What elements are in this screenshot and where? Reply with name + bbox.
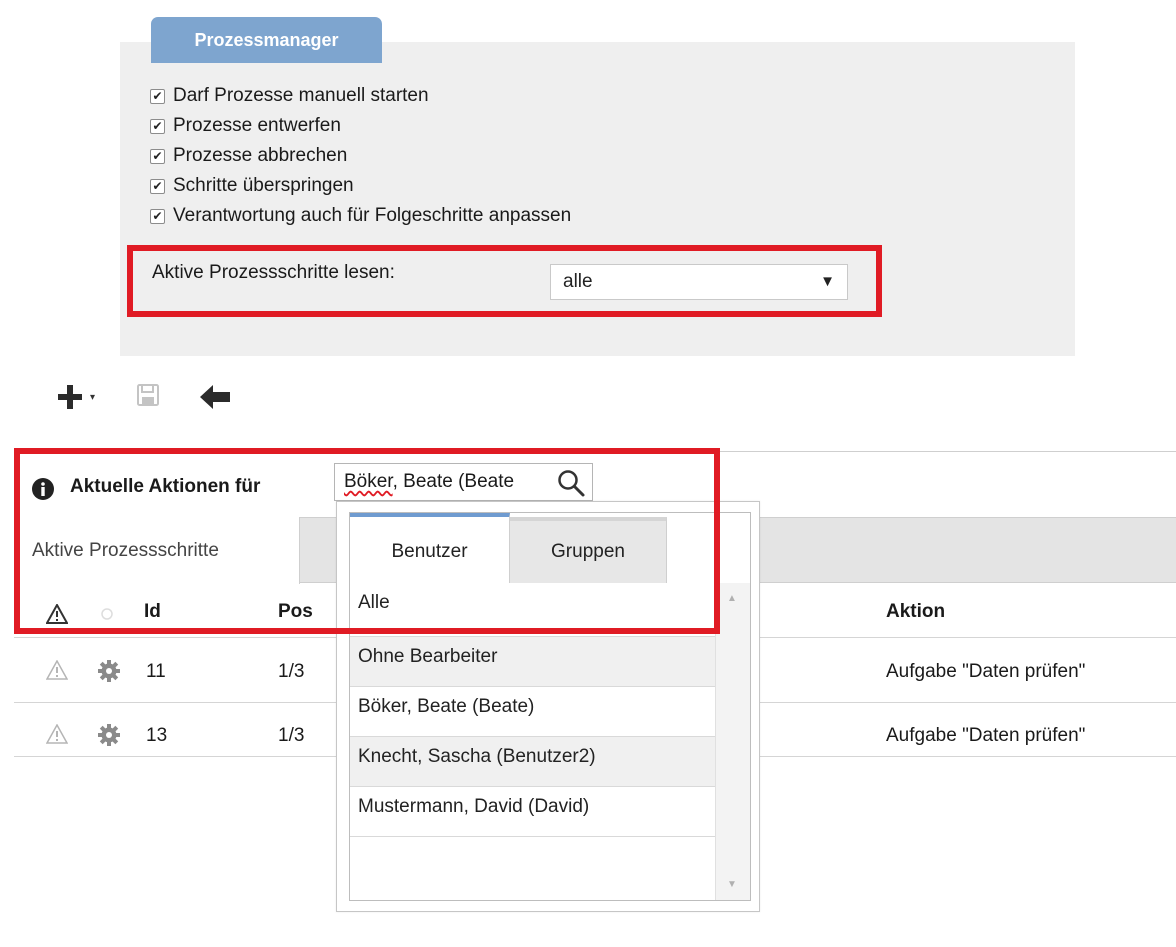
- cell-id: 13: [146, 725, 168, 746]
- checkbox-row-cancel[interactable]: ✔ Prozesse abbrechen: [150, 142, 347, 170]
- highlight-box-active-steps: [127, 245, 882, 317]
- scrollbar[interactable]: ▲ ▼: [715, 583, 750, 900]
- panel-tab-title[interactable]: Prozessmanager: [151, 17, 382, 63]
- checkbox[interactable]: ✔: [150, 148, 165, 164]
- gear-icon[interactable]: [97, 659, 121, 683]
- list-item[interactable]: Ohne Bearbeiter: [350, 637, 718, 687]
- gear-icon[interactable]: [97, 723, 121, 747]
- checkbox[interactable]: ✔: [150, 208, 165, 224]
- checkbox-row-skip-steps[interactable]: ✔ Schritte überspringen: [150, 172, 354, 200]
- checkbox[interactable]: ✔: [150, 178, 165, 194]
- cell-action[interactable]: Aufgabe "Daten prüfen": [886, 725, 1085, 747]
- warning-icon: [46, 724, 68, 744]
- column-header-action[interactable]: Aktion: [886, 601, 945, 623]
- cell-id: 11: [146, 661, 166, 682]
- checkbox-row-design[interactable]: ✔ Prozesse entwerfen: [150, 112, 341, 140]
- cell-pos: 1/3: [278, 661, 305, 682]
- checkbox-label: Schritte überspringen: [173, 175, 354, 196]
- warning-icon: [46, 660, 68, 680]
- save-icon[interactable]: [136, 383, 160, 407]
- scroll-down-icon[interactable]: ▼: [727, 879, 737, 890]
- checkbox[interactable]: ✔: [150, 118, 165, 134]
- checkbox[interactable]: ✔: [150, 88, 165, 104]
- cell-action[interactable]: Aufgabe "Daten prüfen": [886, 661, 1085, 683]
- checkbox-label: Verantwortung auch für Folgeschritte anp…: [173, 205, 572, 226]
- list-item[interactable]: Knecht, Sascha (Benutzer2): [350, 737, 718, 787]
- checkbox-label: Prozesse entwerfen: [173, 115, 341, 136]
- cell-pos: 1/3: [278, 725, 305, 746]
- checkbox-label: Darf Prozesse manuell starten: [173, 85, 429, 106]
- list-item[interactable]: Mustermann, David (David): [350, 787, 718, 837]
- checkbox-row-responsibility[interactable]: ✔ Verantwortung auch für Folgeschritte a…: [150, 202, 571, 230]
- checkbox-label: Prozesse abbrechen: [173, 145, 348, 166]
- plus-icon[interactable]: [56, 383, 84, 411]
- plus-menu-caret-icon[interactable]: ▾: [90, 392, 95, 403]
- back-arrow-icon[interactable]: [200, 384, 230, 410]
- checkbox-row-start-manually[interactable]: ✔ Darf Prozesse manuell starten: [150, 82, 429, 110]
- scroll-up-icon[interactable]: ▲: [727, 593, 737, 604]
- highlight-box-actions: [14, 448, 720, 634]
- list-item[interactable]: Böker, Beate (Beate): [350, 687, 718, 737]
